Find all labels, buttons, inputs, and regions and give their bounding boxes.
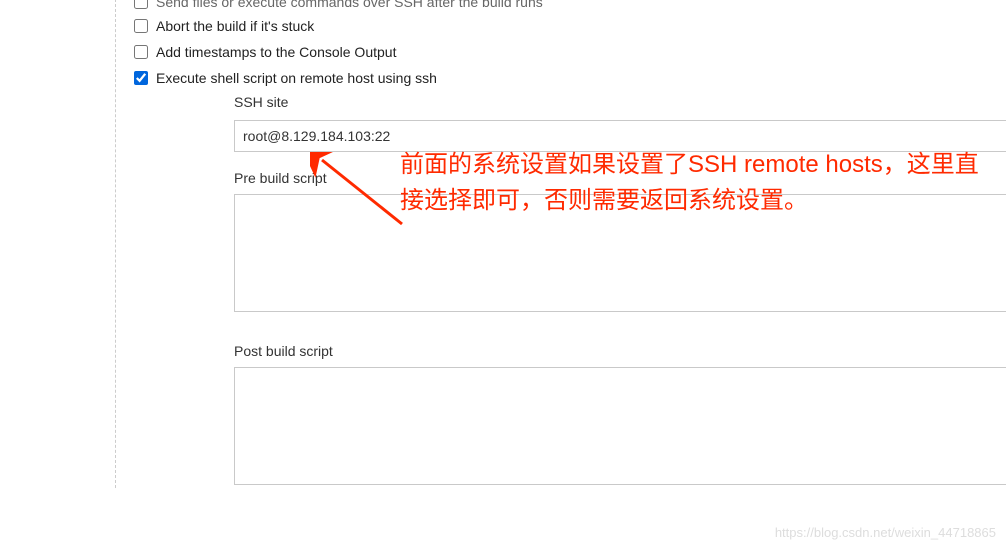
checkbox-execute-ssh[interactable] — [134, 71, 148, 85]
checkbox-add-timestamps[interactable] — [134, 45, 148, 59]
checkbox-label-send-files: Send files or execute commands over SSH … — [156, 0, 543, 10]
post-build-textarea[interactable] — [234, 367, 1006, 485]
checkbox-abort-stuck[interactable] — [134, 19, 148, 33]
checkbox-row-send-files: Send files or execute commands over SSH … — [234, 0, 1006, 14]
checkbox-row-abort-stuck: Abort the build if it's stuck — [234, 14, 1006, 38]
ssh-site-label: SSH site — [234, 94, 1006, 110]
checkbox-row-add-timestamps: Add timestamps to the Console Output — [234, 40, 1006, 64]
ssh-site-select[interactable]: root@8.129.184.103:22 — [234, 120, 1006, 152]
watermark-text: https://blog.csdn.net/weixin_44718865 — [775, 525, 996, 540]
pre-build-label: Pre build script — [234, 170, 1006, 186]
checkbox-row-execute-ssh: Execute shell script on remote host usin… — [234, 66, 1006, 90]
checkbox-label-execute-ssh: Execute shell script on remote host usin… — [156, 70, 437, 86]
checkbox-label-abort-stuck: Abort the build if it's stuck — [156, 18, 314, 34]
post-build-label: Post build script — [234, 343, 1006, 359]
checkbox-send-files[interactable] — [134, 0, 148, 9]
pre-build-textarea[interactable] — [234, 194, 1006, 312]
checkbox-label-add-timestamps: Add timestamps to the Console Output — [156, 44, 396, 60]
